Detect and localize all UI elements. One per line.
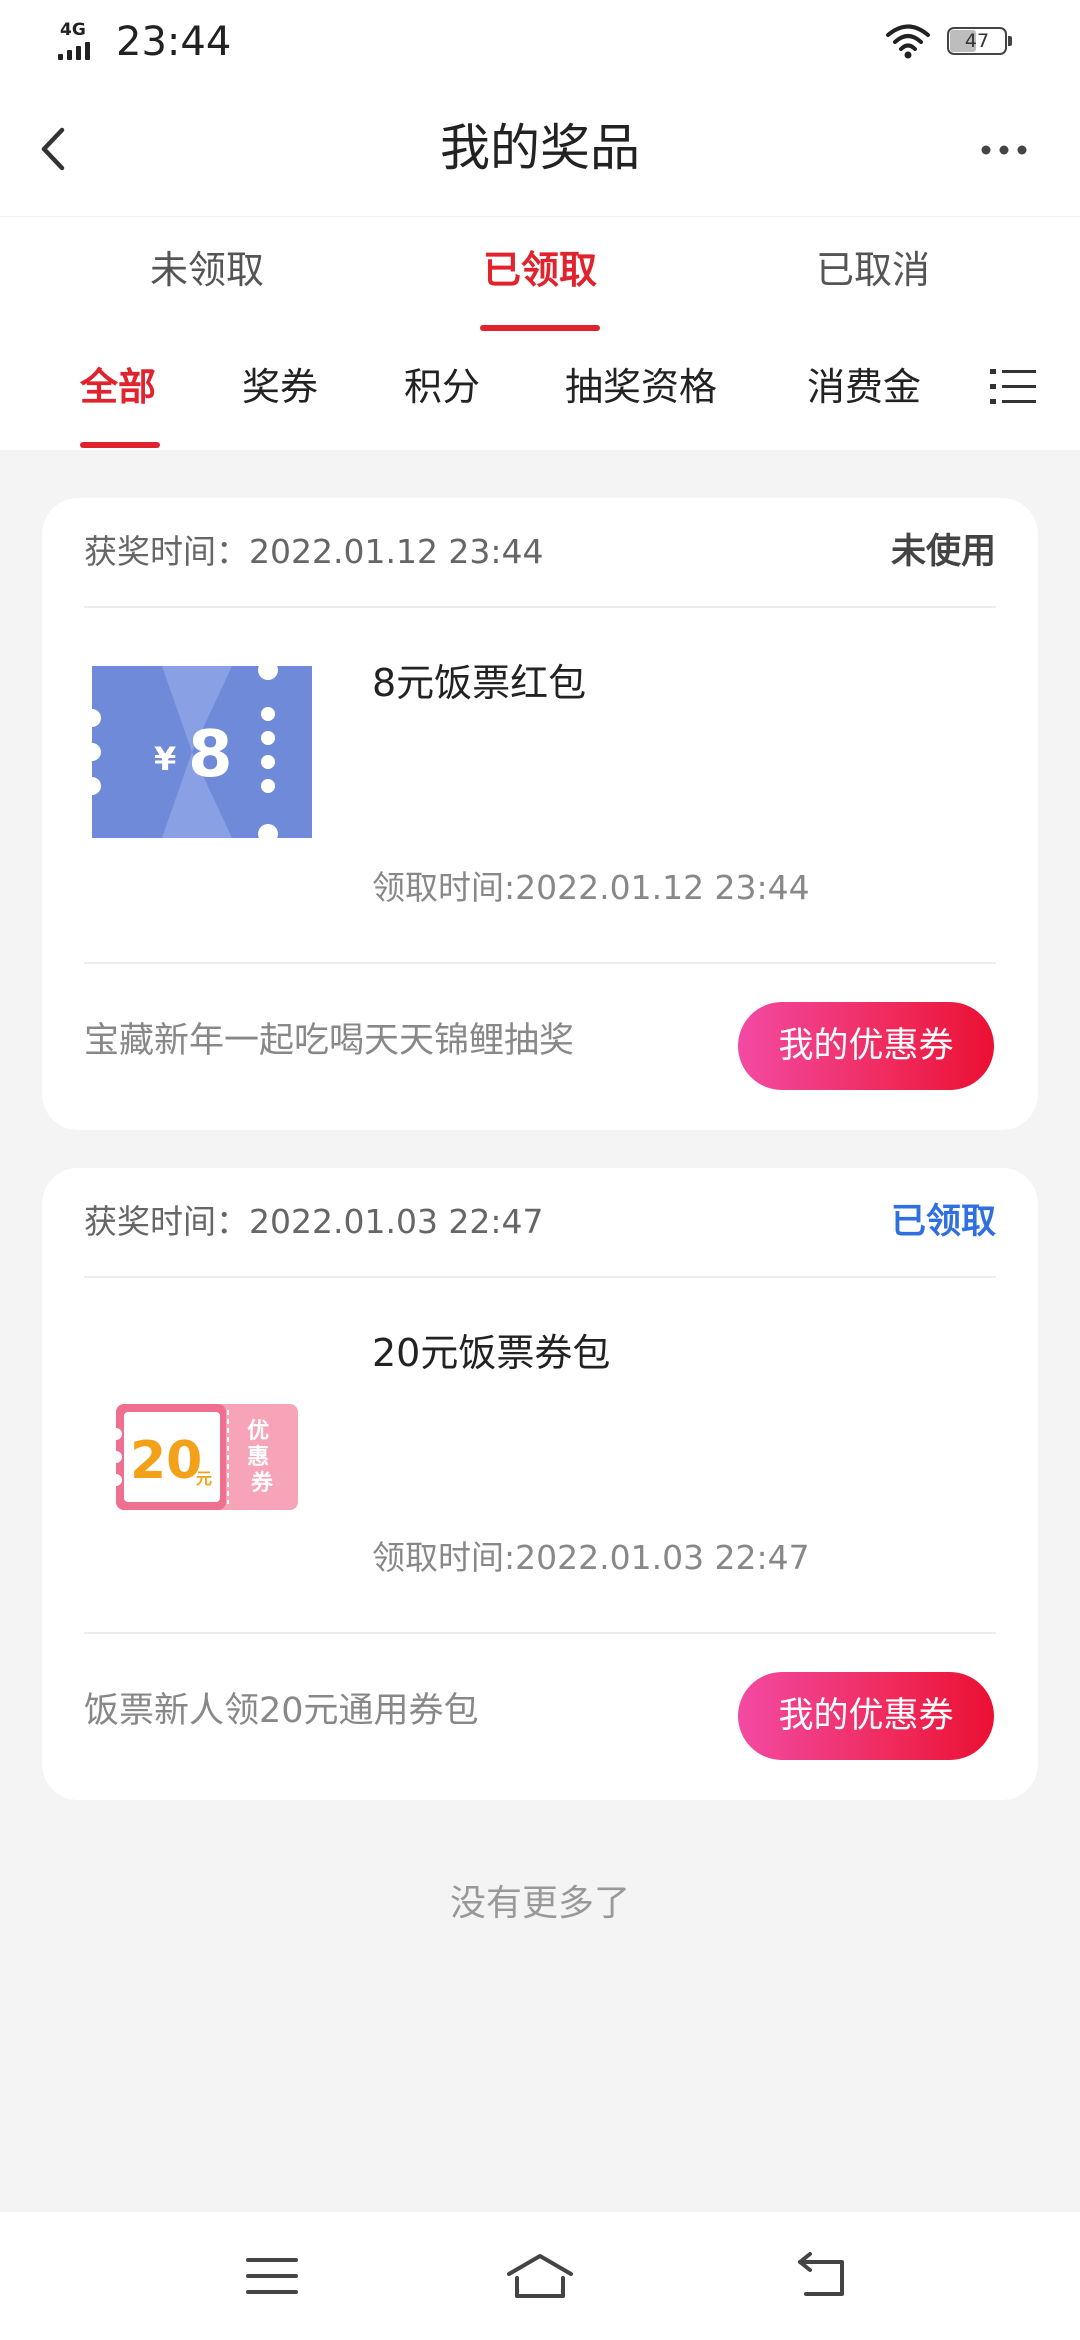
- system-nav-bar: [0, 2212, 1080, 2340]
- activity-name: 饭票新人领20元通用券包: [84, 1691, 479, 1731]
- signal-icon: 4G: [58, 22, 106, 60]
- prize-card: 获奖时间：2022.01.12 23:44 未使用 ¥ 8 8元饭票红包 领取时…: [42, 498, 1038, 1130]
- battery-icon: 47: [947, 27, 1017, 57]
- coupon-side-char-3: 券: [250, 1470, 274, 1496]
- award-time: 获奖时间：2022.01.03 22:47: [84, 1202, 544, 1241]
- prize-status: 未使用: [890, 532, 996, 572]
- category-tabs: 全部 奖券 积分 抽奖资格 消费金: [0, 348, 1080, 450]
- menu-nav-icon[interactable]: [242, 2248, 302, 2304]
- battery-level: 47: [964, 30, 990, 52]
- coupon-ticket-icon: 20 元 优 惠 券: [116, 1404, 298, 1510]
- back-nav-icon[interactable]: [792, 2248, 852, 2304]
- ticket-currency-symbol: ¥: [154, 740, 176, 778]
- coupon-side-char-2: 惠: [247, 1445, 269, 1470]
- category-draw-eligibility[interactable]: 抽奖资格: [565, 362, 717, 412]
- clock: 23:44: [116, 19, 232, 65]
- category-points[interactable]: 积分: [404, 362, 480, 412]
- more-options-icon[interactable]: [978, 132, 1030, 168]
- prize-name: 20元饭票券包: [372, 1331, 611, 1375]
- coupon-amount: 20: [130, 1431, 202, 1491]
- category-all[interactable]: 全部: [80, 362, 156, 412]
- award-time: 获奖时间：2022.01.12 23:44: [84, 532, 544, 571]
- no-more-text: 没有更多了: [449, 1883, 630, 1924]
- category-coupons[interactable]: 奖券: [242, 362, 318, 412]
- tab-cancelled[interactable]: 已取消: [708, 245, 1038, 295]
- my-coupons-button[interactable]: 我的优惠券: [738, 1672, 994, 1760]
- home-nav-icon[interactable]: [505, 2248, 575, 2304]
- svg-text:优 惠 券: 优 惠 券: [247, 1418, 277, 1496]
- status-bar: 4G 23:44 47: [0, 0, 1080, 84]
- divider: [84, 962, 996, 964]
- category-consumption-credit[interactable]: 消费金: [807, 362, 921, 412]
- ticket-amount: 8: [188, 718, 233, 792]
- active-tab-indicator: [480, 325, 600, 331]
- divider: [84, 606, 996, 608]
- red-packet-ticket-icon: ¥ 8: [92, 666, 312, 838]
- activity-name: 宝藏新年一起吃喝天天锦鲤抽奖: [84, 1021, 575, 1061]
- active-category-indicator: [80, 442, 160, 448]
- claim-time: 领取时间:2022.01.03 22:47: [372, 1538, 810, 1577]
- network-type: 4G: [60, 20, 86, 40]
- prize-status: 已领取: [890, 1202, 996, 1242]
- divider: [84, 1276, 996, 1278]
- list-menu-icon[interactable]: [990, 366, 1036, 408]
- tab-claimed[interactable]: 已领取: [375, 245, 705, 295]
- my-coupons-button[interactable]: 我的优惠券: [738, 1002, 994, 1090]
- wifi-icon: [886, 24, 930, 59]
- divider: [84, 1632, 996, 1634]
- header: 我的奖品: [0, 84, 1080, 216]
- coupon-unit: 元: [196, 1469, 212, 1488]
- prize-card-header: 获奖时间：2022.01.12 23:44 未使用: [84, 530, 996, 574]
- prize-card: 获奖时间：2022.01.03 22:47 已领取 20 元 优 惠 券 20元…: [42, 1168, 1038, 1800]
- prize-name: 8元饭票红包: [372, 661, 587, 705]
- page-title: 我的奖品: [440, 119, 640, 177]
- tab-unclaimed[interactable]: 未领取: [42, 245, 372, 295]
- prize-card-header: 获奖时间：2022.01.03 22:47 已领取: [84, 1200, 996, 1244]
- status-tabs: 未领取 已领取 已取消: [0, 216, 1080, 335]
- coupon-side-char-1: 优: [247, 1418, 269, 1444]
- claim-time: 领取时间:2022.01.12 23:44: [372, 868, 810, 907]
